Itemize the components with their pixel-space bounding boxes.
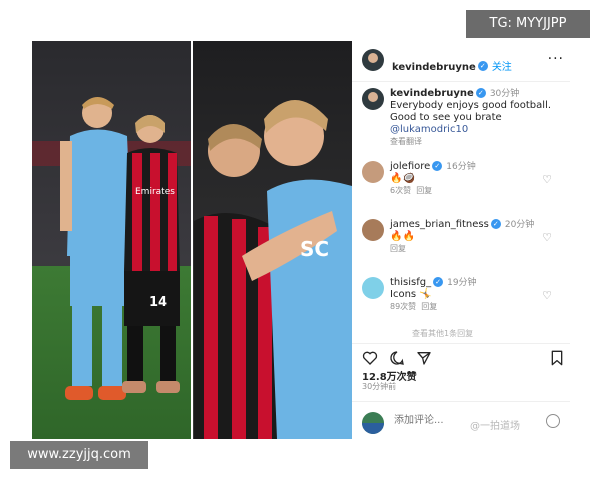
reply-link[interactable]: 回复 [390,244,406,253]
post-header: kevindebruyne ✓ 关注 ··· [352,41,570,82]
verified-icon: ✓ [432,161,443,171]
comment-likes[interactable]: 6次赞 [390,186,411,195]
avatar[interactable] [362,219,384,241]
weibo-watermark: @一拍道场 [470,421,520,432]
mention-link[interactable]: @lukamodric10 [390,124,560,136]
avatar [362,412,384,434]
avatar[interactable] [362,88,384,110]
comment-text: 🔥🔥 [390,231,415,242]
emoji-icon[interactable] [546,414,560,428]
more-icon[interactable]: ··· [548,51,564,67]
translate-link[interactable]: 查看翻译 [390,136,560,147]
caption-time: 30分钟 [489,89,520,99]
comment-text: 🔥🥥 [390,173,415,184]
shirt-number: 14 [149,295,167,310]
heart-icon[interactable]: ♡ [542,173,552,186]
comment-time: 16分钟 [446,162,476,172]
comment-time: 19分钟 [447,278,477,288]
caption-line: Everybody enjoys good football. [390,100,552,111]
heart-icon[interactable] [362,350,378,366]
comment-username[interactable]: james_brian_fitness [390,219,489,230]
reply-link[interactable]: 回复 [416,186,432,195]
caption-username[interactable]: kevindebruyne [390,88,474,99]
photo-collage: Emirates 14 SC [32,41,352,439]
bookmark-icon[interactable] [550,350,564,366]
shirt-text: SC [300,237,329,261]
post-photo[interactable]: Emirates 14 SC [32,41,352,439]
reply-link[interactable]: 回复 [421,302,437,311]
avatar[interactable] [362,49,384,71]
hidden-replies-link[interactable]: 查看其他1条回复 [412,328,473,339]
comment-icon[interactable] [389,350,405,366]
share-icon[interactable] [416,350,432,366]
comment-box [352,401,570,440]
post-time: 30分钟前 [362,382,397,391]
caption-line: Good to see you brate [390,112,502,123]
avatar[interactable] [362,277,384,299]
watermark-bottom: www.zzyjjq.com [10,441,148,469]
verified-icon: ✓ [477,60,488,71]
heart-icon[interactable]: ♡ [542,289,552,302]
comment-likes[interactable]: 89次赞 [390,302,416,311]
sponsor-text: Emirates [135,187,175,197]
follow-button[interactable]: 关注 [492,62,512,73]
heart-icon[interactable]: ♡ [542,231,552,244]
verified-icon: ✓ [475,88,486,98]
comment-text: Icons 🤸 [390,289,432,300]
comment-time: 20分钟 [504,220,535,230]
avatar[interactable] [362,161,384,183]
watermark-top: TG: MYYJJPP [466,10,590,38]
header-username[interactable]: kevindebruyne [392,62,476,73]
instagram-post-panel: kevindebruyne ✓ 关注 ··· kevindebruyne ✓ 30分钟 … [352,41,570,439]
comment-username[interactable]: thisisfg_ [390,277,431,288]
verified-icon: ✓ [490,219,501,229]
comment-username[interactable]: jolefiore [390,161,430,172]
verified-icon: ✓ [433,277,444,287]
